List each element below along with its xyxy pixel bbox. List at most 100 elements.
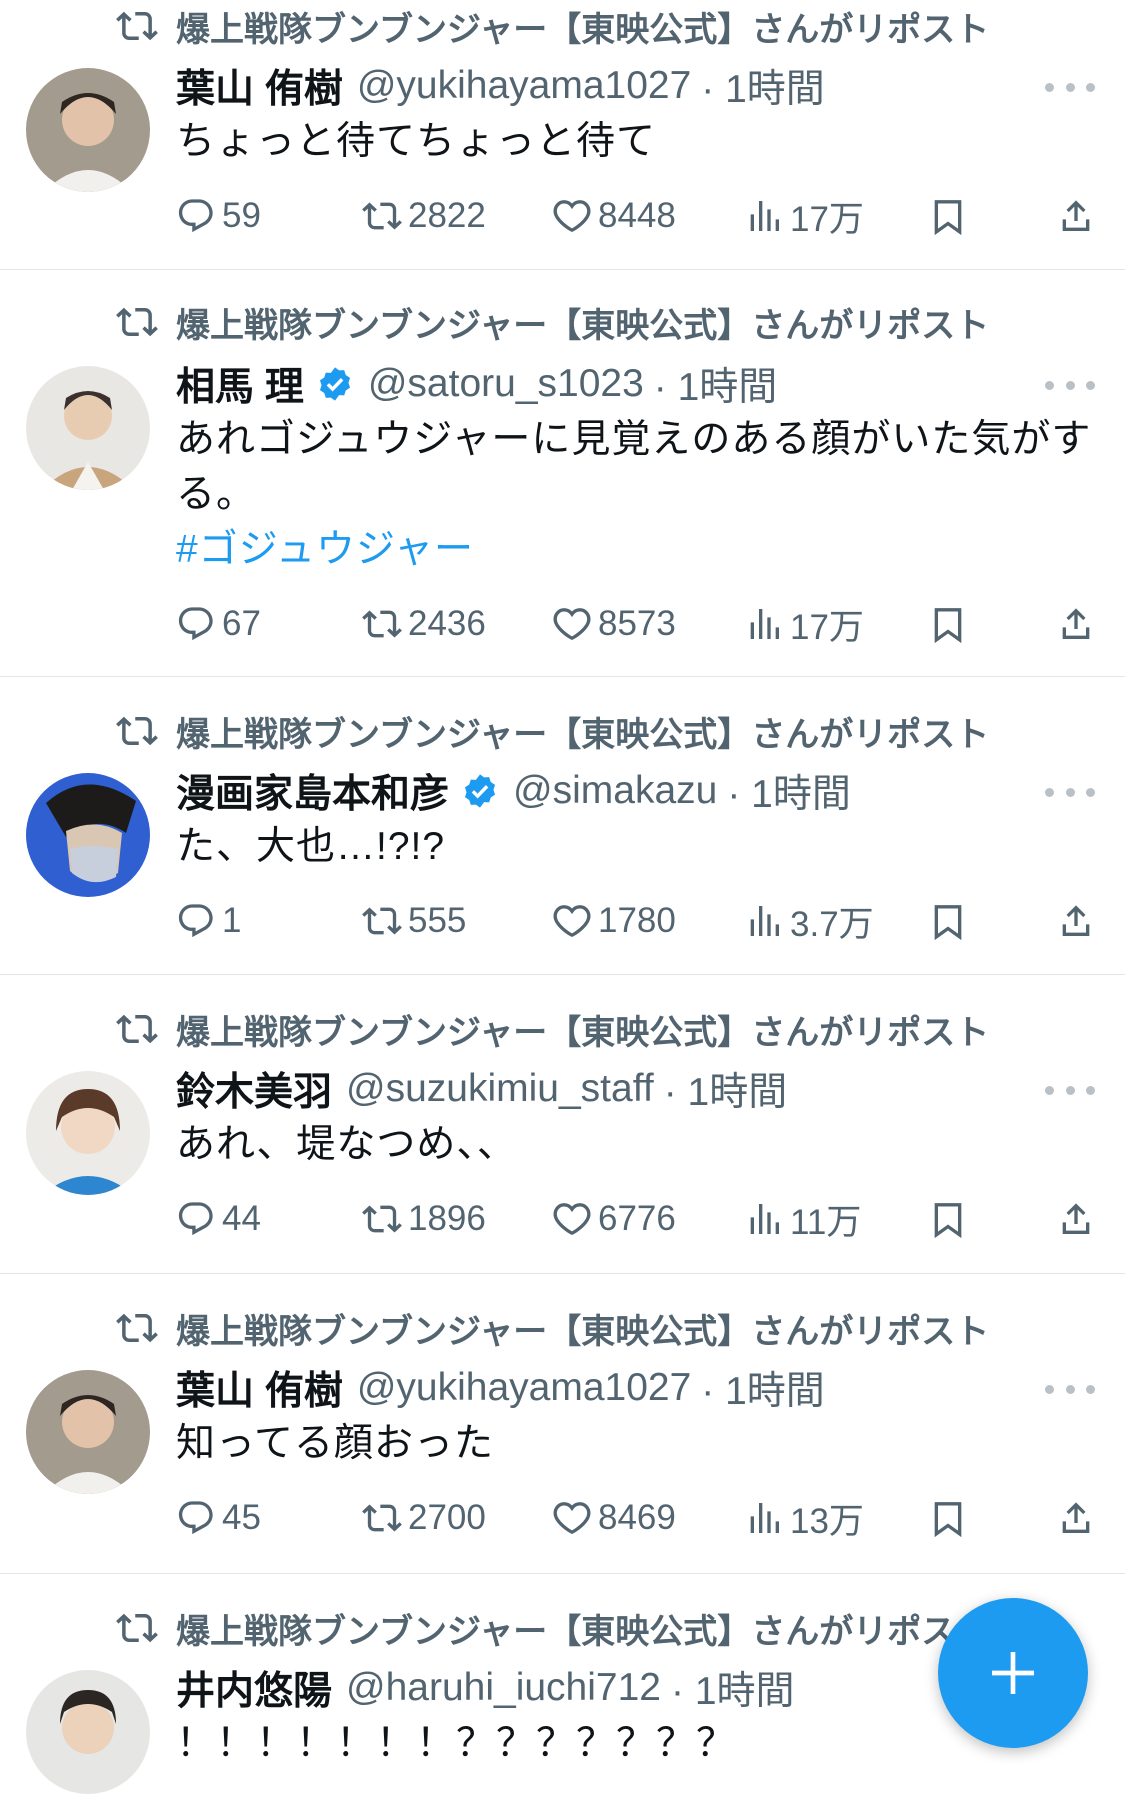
tweet-actions: 67 2436 8573 17万 [176,596,1096,652]
avatar[interactable] [26,366,150,490]
tweet[interactable]: 爆上戦隊ブンブンジャー【東映公式】さんがリポスト 相馬 理 @satoru_s1… [0,270,1125,677]
repost-icon [116,11,158,41]
heart-icon [553,905,591,937]
more-options-icon[interactable] [1045,1075,1095,1105]
like-button[interactable]: 1780 [552,893,676,949]
share-button[interactable] [1056,596,1102,652]
user-handle[interactable]: @suzukimiu_staff [346,1067,654,1111]
display-name[interactable]: 葉山 侑樹 [176,1360,343,1416]
tweet[interactable]: 爆上戦隊ブンブンジャー【東映公式】さんがリポスト 葉山 侑樹 @yukihaya… [0,0,1125,270]
reply-button[interactable]: 45 [176,1490,261,1546]
repost-count: 555 [408,901,467,940]
share-button[interactable] [1056,188,1102,244]
tweet-time[interactable]: · 1時間 [664,1061,788,1117]
bookmark-icon [934,905,962,941]
reply-button[interactable]: 67 [176,596,261,652]
more-options-icon[interactable] [1045,72,1095,102]
bookmark-button[interactable] [928,596,974,652]
tweet-time[interactable]: · 1時間 [701,1360,825,1416]
display-name[interactable]: 漫画家島本和彦 [176,763,449,819]
view-count: 17万 [790,199,864,239]
display-name[interactable]: 鈴木美羽 [176,1061,332,1117]
views-button[interactable]: 17万 [744,596,864,652]
repost-label: 爆上戦隊ブンブンジャー【東映公式】さんがリポスト [176,306,990,345]
tweet-header: 相馬 理 @satoru_s1023 · 1時間 [176,354,777,414]
hashtag-link[interactable]: #ゴジュウジャー [176,522,1096,577]
more-options-icon[interactable] [1045,777,1095,807]
repost-icon [116,307,158,337]
display-name[interactable]: 相馬 理 [176,356,304,412]
user-handle[interactable]: @satoru_s1023 [368,362,644,406]
user-handle[interactable]: @yukihayama1027 [357,64,691,108]
views-icon [750,1204,779,1234]
view-count: 3.7万 [790,904,874,944]
repost-label: 爆上戦隊ブンブンジャー【東映公式】さんがリポスト [176,1612,990,1651]
views-button[interactable]: 13万 [744,1490,864,1546]
reply-button[interactable]: 44 [176,1191,261,1247]
display-name[interactable]: 井内悠陽 [176,1660,332,1716]
like-button[interactable]: 8469 [552,1490,676,1546]
reply-button[interactable]: 1 [176,893,241,949]
repost-label: 爆上戦隊ブンブンジャー【東映公式】さんがリポスト [176,715,990,754]
tweet-text: 知ってる顔おった [176,1422,495,1465]
views-button[interactable]: 3.7万 [744,893,874,949]
more-options-icon[interactable] [1045,1374,1095,1404]
bookmark-button[interactable] [928,1191,974,1247]
repost-icon [116,716,158,746]
like-count: 1780 [598,901,676,940]
repost-indicator: 爆上戦隊ブンブンジャー【東映公式】さんがリポスト [116,1306,989,1351]
share-button[interactable] [1056,1490,1102,1546]
more-options-icon[interactable] [1045,370,1095,400]
bookmark-button[interactable] [928,1490,974,1546]
share-icon [1062,1203,1090,1234]
reply-icon [178,199,213,233]
avatar[interactable] [26,68,150,192]
repost-button[interactable]: 2436 [362,596,486,652]
bookmark-button[interactable] [928,893,974,949]
like-button[interactable]: 8573 [552,596,676,652]
tweet[interactable]: 爆上戦隊ブンブンジャー【東映公式】さんがリポスト 漫画家島本和彦 @simaka… [0,677,1125,975]
tweet-actions: 44 1896 6776 11万 [176,1191,1096,1247]
reply-button[interactable]: 59 [176,188,261,244]
tweet-header: 井内悠陽 @haruhi_iuchi712 · 1時間 [176,1658,795,1718]
like-button[interactable]: 6776 [552,1191,676,1247]
tweet-header: 葉山 侑樹 @yukihayama1027 · 1時間 [176,1358,825,1418]
repost-button[interactable]: 2822 [362,188,486,244]
views-button[interactable]: 11万 [744,1191,861,1247]
tweet-time[interactable]: · 1時間 [654,356,778,412]
avatar[interactable] [26,1071,150,1195]
tweet-time[interactable]: · 1時間 [671,1660,795,1716]
heart-icon [553,1203,591,1235]
views-button[interactable]: 17万 [744,188,864,244]
repost-button[interactable]: 1896 [362,1191,486,1247]
user-handle[interactable]: @simakazu [513,769,717,813]
user-handle[interactable]: @yukihayama1027 [357,1366,691,1410]
tweet-time[interactable]: · 1時間 [701,58,825,114]
tweet-text: あれゴジュウジャーに見覚えのある顔がいた気がする。 [176,418,1092,516]
share-button[interactable] [1056,893,1102,949]
share-icon [1062,200,1090,231]
repost-button[interactable]: 555 [362,893,466,949]
tweet-time[interactable]: · 1時間 [727,763,851,819]
tweet-header: 葉山 侑樹 @yukihayama1027 · 1時間 [176,56,825,116]
avatar[interactable] [26,773,150,897]
share-button[interactable] [1056,1191,1102,1247]
repost-icon [116,1313,158,1343]
bookmark-button[interactable] [928,188,974,244]
compose-button[interactable] [938,1598,1088,1748]
avatar[interactable] [26,1670,150,1794]
repost-button[interactable]: 2700 [362,1490,486,1546]
reply-icon [178,607,213,641]
like-count: 8573 [598,604,676,643]
heart-icon [553,200,591,232]
tweet[interactable]: 爆上戦隊ブンブンジャー【東映公式】さんがリポスト 葉山 侑樹 @yukihaya… [0,1274,1125,1574]
display-name[interactable]: 葉山 侑樹 [176,58,343,114]
reply-count: 67 [222,604,261,643]
tweet[interactable]: 爆上戦隊ブンブンジャー【東映公式】さんがリポスト 鈴木美羽 @suzukimiu… [0,975,1125,1274]
repost-count: 2700 [408,1498,486,1537]
user-handle[interactable]: @haruhi_iuchi712 [346,1666,661,1710]
repost-icon [362,202,402,230]
tweet-actions: 45 2700 8469 13万 [176,1490,1096,1546]
like-button[interactable]: 8448 [552,188,676,244]
avatar[interactable] [26,1370,150,1494]
